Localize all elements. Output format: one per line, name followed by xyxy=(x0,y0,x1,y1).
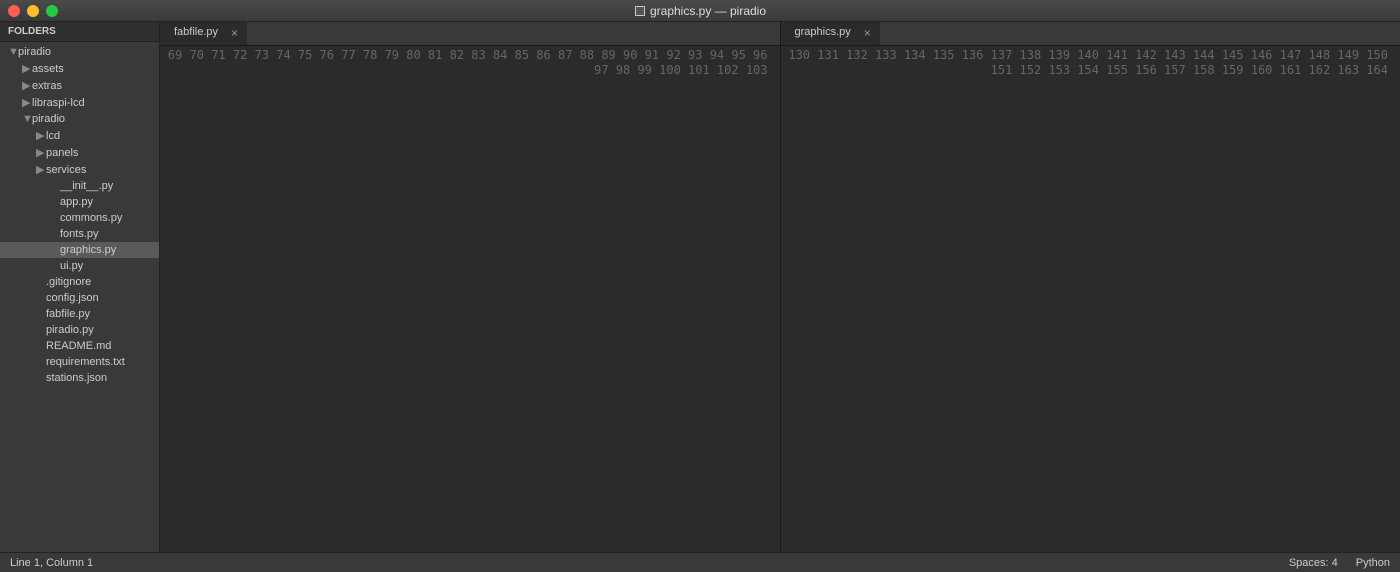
tree-item-label: piradio.py xyxy=(46,324,94,336)
tree-item-label: panels xyxy=(46,147,78,159)
tree-item[interactable]: ▼piradio xyxy=(0,44,159,60)
code-editor[interactable]: 69 70 71 72 73 74 75 76 77 78 79 80 81 8… xyxy=(160,46,780,552)
tree-item-label: README.md xyxy=(46,340,111,352)
disclosure-icon: ▶ xyxy=(22,62,32,75)
tab-label: fabfile.py xyxy=(174,26,218,38)
tree-item-label: lcd xyxy=(46,130,60,142)
status-bar: Line 1, Column 1 Spaces: 4 Python xyxy=(0,552,1400,572)
language-status[interactable]: Python xyxy=(1356,557,1390,569)
tree-item[interactable]: __init__.py xyxy=(0,178,159,194)
file-icon xyxy=(634,5,646,17)
tree-item-label: piradio xyxy=(32,113,65,125)
tree-item[interactable]: ▶assets xyxy=(0,60,159,77)
disclosure-icon: ▶ xyxy=(36,163,46,176)
tree-item[interactable]: requirements.txt xyxy=(0,354,159,370)
close-icon[interactable]: × xyxy=(231,26,238,40)
window-titlebar: graphics.py — piradio xyxy=(0,0,1400,22)
editor-tab[interactable]: fabfile.py × xyxy=(160,22,247,45)
editor-pane: fabfile.py × 69 70 71 72 73 74 75 76 77 78… xyxy=(160,22,781,552)
sidebar: FOLDERS ▼piradio▶assets▶extras▶libraspi-… xyxy=(0,22,160,552)
tree-item-label: extras xyxy=(32,80,62,92)
tree-item[interactable]: fonts.py xyxy=(0,226,159,242)
tree-item[interactable]: fabfile.py xyxy=(0,306,159,322)
tab-bar: fabfile.py × xyxy=(160,22,780,46)
sidebar-header: FOLDERS xyxy=(0,22,159,42)
tree-item[interactable]: config.json xyxy=(0,290,159,306)
tab-label: graphics.py xyxy=(795,26,851,38)
indent-status[interactable]: Spaces: 4 xyxy=(1289,557,1338,569)
tree-item[interactable]: ui.py xyxy=(0,258,159,274)
tree-item[interactable]: commons.py xyxy=(0,210,159,226)
tree-item[interactable]: stations.json xyxy=(0,370,159,386)
code-content[interactable]: ········ ····@staticmethod ····def from_… xyxy=(776,46,780,552)
tree-item[interactable]: piradio.py xyxy=(0,322,159,338)
tree-item-label: assets xyxy=(32,63,64,75)
tree-item-label: app.py xyxy=(60,196,93,208)
tree-item[interactable]: ▶lcd xyxy=(0,127,159,144)
tree-item[interactable]: ▶services xyxy=(0,161,159,178)
tree-item-label: piradio xyxy=(18,46,51,58)
editor-tab[interactable]: graphics.py × xyxy=(781,22,880,45)
tree-item-label: .gitignore xyxy=(46,276,91,288)
disclosure-icon: ▼ xyxy=(8,46,18,58)
tree-item-label: graphics.py xyxy=(60,244,116,256)
disclosure-icon: ▶ xyxy=(22,96,32,109)
code-editor[interactable]: 130 131 132 133 134 135 136 137 138 139 … xyxy=(781,46,1400,552)
tree-item[interactable]: README.md xyxy=(0,338,159,354)
tree-item-label: ui.py xyxy=(60,260,83,272)
disclosure-icon: ▶ xyxy=(36,129,46,142)
window-title: graphics.py — piradio xyxy=(0,4,1400,18)
tree-item[interactable]: .gitignore xyxy=(0,274,159,290)
tree-item[interactable]: app.py xyxy=(0,194,159,210)
tab-bar: graphics.py × xyxy=(781,22,1400,46)
tree-item[interactable]: ▶panels xyxy=(0,144,159,161)
tree-item-label: requirements.txt xyxy=(46,356,125,368)
tree-item[interactable]: ▶extras xyxy=(0,77,159,94)
tree-item-label: commons.py xyxy=(60,212,122,224)
disclosure-icon: ▶ xyxy=(22,79,32,92)
tree-item-label: fabfile.py xyxy=(46,308,90,320)
code-content[interactable]: ········ ····def bitblt_fast(self, src, … xyxy=(1396,46,1400,552)
editor-pane: graphics.py × 130 131 132 133 134 135 136 … xyxy=(781,22,1400,552)
main-area: FOLDERS ▼piradio▶assets▶extras▶libraspi-… xyxy=(0,22,1400,552)
cursor-position[interactable]: Line 1, Column 1 xyxy=(10,557,93,569)
line-gutter: 69 70 71 72 73 74 75 76 77 78 79 80 81 8… xyxy=(160,46,776,552)
tree-item[interactable]: ▼piradio xyxy=(0,111,159,127)
line-gutter: 130 131 132 133 134 135 136 137 138 139 … xyxy=(781,46,1397,552)
editor-group: fabfile.py × 69 70 71 72 73 74 75 76 77 78… xyxy=(160,22,1400,552)
window-title-text: graphics.py — piradio xyxy=(650,4,766,18)
folder-tree[interactable]: ▼piradio▶assets▶extras▶libraspi-lcd▼pira… xyxy=(0,42,159,552)
tree-item[interactable]: graphics.py xyxy=(0,242,159,258)
disclosure-icon: ▶ xyxy=(36,146,46,159)
close-icon[interactable]: × xyxy=(864,26,871,40)
tree-item-label: config.json xyxy=(46,292,99,304)
disclosure-icon: ▼ xyxy=(22,113,32,125)
tree-item-label: __init__.py xyxy=(60,180,113,192)
tree-item[interactable]: ▶libraspi-lcd xyxy=(0,94,159,111)
tree-item-label: fonts.py xyxy=(60,228,99,240)
tree-item-label: stations.json xyxy=(46,372,107,384)
tree-item-label: services xyxy=(46,164,86,176)
tree-item-label: libraspi-lcd xyxy=(32,97,85,109)
